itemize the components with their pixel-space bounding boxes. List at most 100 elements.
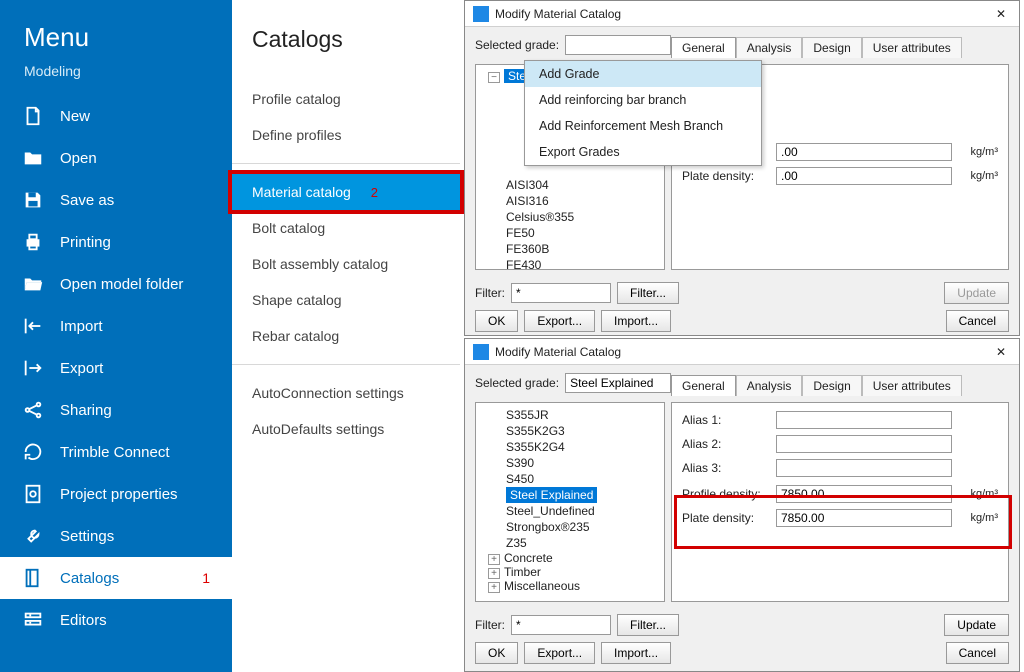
update-button[interactable]: Update <box>944 614 1009 636</box>
tree-item[interactable]: Celsius®355 <box>480 209 660 225</box>
menu-trimble[interactable]: Trimble Connect <box>0 431 232 473</box>
close-icon[interactable]: ✕ <box>989 345 1013 359</box>
selected-grade-label: Selected grade: <box>475 376 559 390</box>
menu-label: Printing <box>60 234 111 251</box>
export-button[interactable]: Export... <box>524 642 595 664</box>
tab-design[interactable]: Design <box>802 37 861 58</box>
menu-label: Editors <box>60 612 107 629</box>
tab-general[interactable]: General <box>671 37 736 58</box>
cat-autodef[interactable]: AutoDefaults settings <box>232 411 460 447</box>
selected-grade-input[interactable] <box>565 373 671 393</box>
tab-general[interactable]: General <box>671 375 736 396</box>
tree-item[interactable]: FE50 <box>480 225 660 241</box>
tree-item[interactable]: S355K2G3 <box>480 423 660 439</box>
title-bar[interactable]: Modify Material Catalog ✕ <box>465 1 1019 27</box>
menu-import[interactable]: Import <box>0 305 232 347</box>
folder-open-icon <box>22 273 44 295</box>
filter-button[interactable]: Filter... <box>617 282 679 304</box>
cancel-button[interactable]: Cancel <box>946 310 1009 332</box>
separator <box>232 364 460 365</box>
ctx-add-mesh-branch[interactable]: Add Reinforcement Mesh Branch <box>525 113 761 139</box>
close-icon[interactable]: ✕ <box>989 7 1013 21</box>
tree-item[interactable]: FE360B <box>480 241 660 257</box>
dialog-title: Modify Material Catalog <box>495 345 621 359</box>
tree-item[interactable]: Strongbox®235 <box>480 519 660 535</box>
cancel-button[interactable]: Cancel <box>946 642 1009 664</box>
tree-branch[interactable]: +Concrete <box>480 551 660 565</box>
import-button[interactable]: Import... <box>601 310 671 332</box>
menu-open-folder[interactable]: Open model folder <box>0 263 232 305</box>
ok-button[interactable]: OK <box>475 642 518 664</box>
menu-project-props[interactable]: Project properties <box>0 473 232 515</box>
tab-design[interactable]: Design <box>802 375 861 396</box>
cat-rebar-catalog[interactable]: Rebar catalog <box>232 318 460 354</box>
share-icon <box>22 399 44 421</box>
cat-autoconn[interactable]: AutoConnection settings <box>232 375 460 411</box>
import-button[interactable]: Import... <box>601 642 671 664</box>
ok-button[interactable]: OK <box>475 310 518 332</box>
selected-grade-input[interactable] <box>565 35 671 55</box>
menu-saveas[interactable]: Save as <box>0 179 232 221</box>
menu-label: Project properties <box>60 486 178 503</box>
tree-item[interactable]: Steel_Undefined <box>480 503 660 519</box>
tab-user-attrs[interactable]: User attributes <box>862 37 962 58</box>
cat-bolt-catalog[interactable]: Bolt catalog <box>232 210 460 246</box>
properties-box: Alias 1: Alias 2: Alias 3: Profile densi… <box>671 402 1009 602</box>
menu-catalogs[interactable]: Catalogs 1 <box>0 557 232 599</box>
cat-profile-catalog[interactable]: Profile catalog <box>232 81 460 117</box>
update-button[interactable]: Update <box>944 282 1009 304</box>
partial-density-input[interactable] <box>776 143 952 161</box>
app-icon <box>473 344 489 360</box>
ctx-export-grades[interactable]: Export Grades <box>525 139 761 165</box>
tree-item[interactable]: AISI304 <box>480 177 660 193</box>
tree-item[interactable]: FE430 <box>480 257 660 270</box>
cat-define-profiles[interactable]: Define profiles <box>232 117 460 153</box>
cat-bolt-assembly[interactable]: Bolt assembly catalog <box>232 246 460 282</box>
ctx-add-rebar-branch[interactable]: Add reinforcing bar branch <box>525 87 761 113</box>
cat-shape-catalog[interactable]: Shape catalog <box>232 282 460 318</box>
menu-label: Catalogs <box>60 570 119 587</box>
filter-input[interactable] <box>511 615 611 635</box>
tree-item[interactable]: S355JR <box>480 407 660 423</box>
tree-item[interactable]: Z35 <box>480 535 660 551</box>
alias1-input[interactable] <box>776 411 952 429</box>
plate-density-input[interactable] <box>776 167 952 185</box>
filter-button[interactable]: Filter... <box>617 614 679 636</box>
tree-item-selected[interactable]: Steel Explained <box>506 487 597 503</box>
alias2-input[interactable] <box>776 435 952 453</box>
menu-label: Import <box>60 318 103 335</box>
alias3-input[interactable] <box>776 459 952 477</box>
menu-editors[interactable]: Editors <box>0 599 232 641</box>
title-bar[interactable]: Modify Material Catalog ✕ <box>465 339 1019 365</box>
menu-label: Open model folder <box>60 276 183 293</box>
tree-item[interactable]: S355K2G4 <box>480 439 660 455</box>
modify-material-dialog-2: Modify Material Catalog ✕ Selected grade… <box>464 338 1020 672</box>
properties-icon <box>22 483 44 505</box>
tree-item[interactable]: S450 <box>480 471 660 487</box>
tab-analysis[interactable]: Analysis <box>736 375 803 396</box>
tree-branch[interactable]: +Miscellaneous <box>480 579 660 593</box>
plate-density-label: Plate density: <box>682 169 770 183</box>
ctx-add-grade[interactable]: Add Grade <box>525 61 761 87</box>
tree-branch[interactable]: +Timber <box>480 565 660 579</box>
unit-label: kg/m³ <box>958 488 998 500</box>
selected-grade-label: Selected grade: <box>475 38 559 52</box>
filter-label: Filter: <box>475 618 505 632</box>
menu-new[interactable]: New <box>0 95 232 137</box>
menu-export[interactable]: Export <box>0 347 232 389</box>
menu-printing[interactable]: Printing <box>0 221 232 263</box>
tab-analysis[interactable]: Analysis <box>736 37 803 58</box>
menu-sharing[interactable]: Sharing <box>0 389 232 431</box>
plate-density-input[interactable] <box>776 509 952 527</box>
menu-settings[interactable]: Settings <box>0 515 232 557</box>
menu-label: Open <box>60 150 97 167</box>
menu-open[interactable]: Open <box>0 137 232 179</box>
tree-item[interactable]: AISI316 <box>480 193 660 209</box>
filter-input[interactable] <box>511 283 611 303</box>
export-button[interactable]: Export... <box>524 310 595 332</box>
tree-item[interactable]: S390 <box>480 455 660 471</box>
tab-user-attrs[interactable]: User attributes <box>862 375 962 396</box>
profile-density-input[interactable] <box>776 485 952 503</box>
cat-material-catalog[interactable]: Material catalog 2 <box>232 174 460 210</box>
material-tree[interactable]: S355JR S355K2G3 S355K2G4 S390 S450 Steel… <box>475 402 665 602</box>
